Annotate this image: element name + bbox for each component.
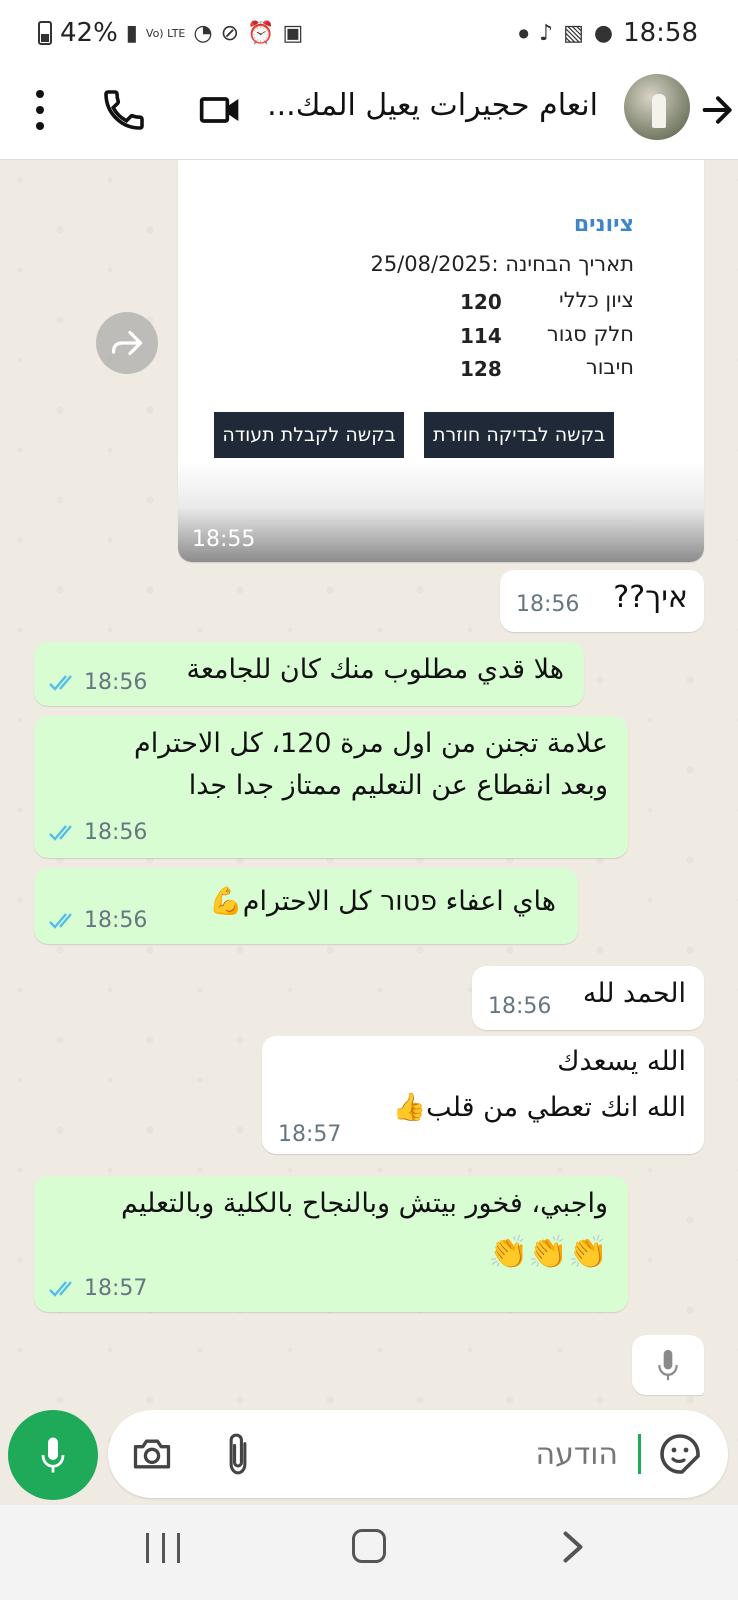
status-left: 42% ▮ Vo) LTE ◔ ⊘ ⏰ ▣ [38,18,303,48]
message-input-container [108,1410,728,1498]
microphone-icon [41,1437,65,1473]
message-time: 18:56 [516,592,580,617]
message-bubble-incoming[interactable]: איך?? 18:56 [500,570,704,632]
record-voice-button[interactable] [8,1410,98,1500]
message-time: 18:56 [84,820,148,845]
message-text: 👏👏👏 [488,1233,608,1271]
microphone-icon [658,1349,678,1381]
forward-icon [111,330,143,356]
grade-row-label: חלק סגור [546,322,634,346]
message-text: الله انك تعطي من قلب👍 [392,1092,686,1123]
chat-notification-icon: ● [593,20,614,46]
message-text: واجبي، فخور بيتش وبالنجاح بالكلية وبالتع… [121,1188,608,1219]
forward-button[interactable] [96,312,158,374]
more-options-icon[interactable] [28,90,52,130]
message-time: 18:56 [488,994,552,1019]
image-message[interactable]: ציונים תאריך הבחינה :25/08/2025 ציון כלל… [178,160,704,562]
message-time: 18:55 [192,527,256,552]
system-nav-bar [0,1505,738,1600]
home-button[interactable] [352,1529,386,1563]
grade-row-label: חיבור [585,355,634,379]
message-meta: 18:56 [488,994,551,1019]
alarm-icon: ⏰ [247,20,275,46]
voice-message-hint[interactable] [632,1335,704,1395]
message-bubble-incoming[interactable]: الله يسعدك الله انك تعطي من قلب👍 18:57 [262,1036,704,1154]
message-time: 18:57 [278,1122,342,1147]
grade-row-label: ציון כללי [559,288,634,312]
message-time: 18:56 [84,908,148,933]
message-text: علامة تجنن من اول مرة 120، كل الاحترام [134,728,608,759]
message-text: وبعد انقطاع عن التعليم ممتاز جدا جدا [188,770,608,801]
camera-icon[interactable] [130,1432,174,1476]
status-bar: 42% ▮ Vo) LTE ◔ ⊘ ⏰ ▣ ● ♪ ▧ ● 18:58 [0,0,738,68]
mute-icon: ⊘ [220,20,240,46]
grade-row-value: 128 [460,357,502,381]
message-bubble-incoming[interactable]: الحمد لله 18:56 [472,966,704,1030]
chat-area[interactable]: ציונים תאריך הבחינה :25/08/2025 ציון כלל… [0,160,738,1505]
image-divider [248,520,634,522]
volte-icon: Vo) LTE [145,26,186,40]
message-input[interactable] [308,1428,618,1480]
grade-row-value: 114 [460,324,502,348]
contact-name[interactable]: انعام حجيرات يعيل المك... [258,88,598,123]
image-shade [178,462,704,562]
status-right: ● ♪ ▧ ● 18:58 [519,18,698,48]
video-call-icon[interactable] [196,88,244,132]
message-text: هلا قدي مطلوب منك كان للجامعة [186,654,564,685]
voice-call-icon[interactable] [100,86,148,134]
chat-header: انعام حجيرات يعيل المك... [0,68,738,160]
text-cursor [638,1434,641,1474]
message-time: 18:57 [84,1276,148,1301]
attach-icon[interactable] [220,1430,256,1478]
wifi-icon: ◔ [193,20,213,46]
recents-button[interactable] [146,1533,180,1563]
message-time: 18:56 [84,670,148,695]
exam-date: תאריך הבחינה :25/08/2025 [370,252,634,276]
grade-row-value: 120 [460,290,502,314]
message-text: איך?? [613,580,688,615]
gallery-icon: ▧ [563,20,584,46]
sync-icon: ▣ [282,20,304,46]
sticker-icon[interactable] [656,1430,704,1478]
message-meta: 18:57 [278,1122,341,1147]
message-meta: 18:56 [48,670,147,695]
read-receipt-icon [49,1280,72,1297]
read-receipt-icon [49,824,72,841]
certificate-request-button: בקשה לקבלת תעודה [214,412,404,458]
nav-back-icon[interactable] [558,1529,588,1565]
read-receipt-icon [49,912,72,929]
dot-icon: ● [518,26,530,40]
message-bubble-outgoing[interactable]: هاي اعفاء פטור كل الاحترام💪 18:56 [34,868,578,944]
message-meta: 18:56 [48,820,147,845]
message-meta: 18:57 [48,1276,147,1301]
composer [0,1410,738,1510]
recheck-request-button: בקשה לבדיקה חוזרת [424,412,614,458]
message-text: الحمد لله [582,978,686,1009]
battery-percent: 42% [60,18,118,48]
avatar[interactable] [624,74,690,140]
message-bubble-outgoing[interactable]: واجبي، فخور بيتش وبالنجاح بالكلية وبالتع… [34,1176,628,1312]
message-bubble-outgoing[interactable]: هلا قدي مطلوب منك كان للجامعة 18:56 [34,642,584,706]
back-arrow-icon[interactable] [698,88,738,132]
signal-icon: ▮ [125,20,138,46]
message-meta: 18:56 [48,908,147,933]
status-time: 18:58 [623,18,698,48]
message-bubble-outgoing[interactable]: علامة تجنن من اول مرة 120، كل الاحترام و… [34,716,628,858]
message-meta: 18:56 [516,592,579,617]
battery-icon [38,21,52,45]
read-receipt-icon [49,674,72,691]
message-text: هاي اعفاء פטור كل الاحترام💪 [209,886,556,917]
tiktok-icon: ♪ [539,20,554,46]
grades-title: ציונים [573,212,634,237]
message-text: الله يسعدك [557,1046,686,1077]
